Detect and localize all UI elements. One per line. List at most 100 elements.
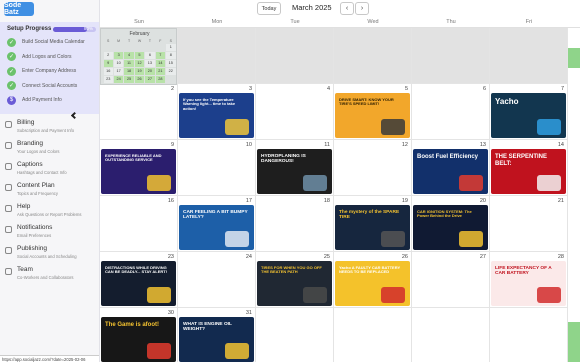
next-month-button[interactable]: › — [355, 2, 369, 15]
mini-day[interactable]: 24 — [113, 76, 124, 83]
calendar-day[interactable]: 3 If you see the Temperature Warning ligh… — [178, 84, 256, 140]
scheduled-post[interactable]: Boost Fuel Efficiency — [413, 149, 488, 194]
calendar-day[interactable] — [490, 308, 568, 362]
post-text: DRIVE SMART: KNOW YOUR TIRE'S SPEED LIMI… — [339, 97, 394, 107]
scheduled-post[interactable]: Yacho — [491, 93, 566, 138]
scheduled-post[interactable]: CAR IGNITION SYSTEM: The Power Behind th… — [413, 205, 488, 250]
sidebar-item-publishing[interactable]: Publishing Social Accounts and Scheduling — [0, 243, 99, 263]
calendar-day[interactable]: 4 — [256, 84, 334, 140]
mini-day[interactable]: 15 — [166, 60, 176, 67]
calendar-day[interactable]: 17 CAR FEELING A BIT BUMPY LATELY? — [178, 196, 256, 252]
calendar-day[interactable]: 13 Boost Fuel Efficiency — [412, 140, 490, 196]
calendar-day[interactable]: 30 The Game is afoot! — [100, 308, 178, 362]
calendar-day[interactable]: 27 — [412, 252, 490, 308]
mini-day[interactable]: 4 — [124, 52, 134, 59]
setup-step[interactable]: ✓ Connect Social Accounts — [7, 80, 97, 92]
scheduled-post[interactable]: The Game is afoot! — [101, 317, 176, 362]
scheduled-post[interactable]: Yacho A FAULTY CAR BATTERY NEEDS TO BE R… — [335, 261, 410, 306]
setup-step[interactable]: ✓ Build Social Media Calendar — [7, 36, 97, 48]
calendar-day[interactable]: 19 The mystery of the SPARE TIRE — [334, 196, 412, 252]
scheduled-post[interactable]: EXPERIENCE RELIABLE AND OUTSTANDING SERV… — [101, 149, 176, 194]
scheduled-post[interactable]: THE SERPENTINE BELT: — [491, 149, 566, 194]
scheduled-post[interactable]: WHAT IS ENGINE OIL WEIGHT? — [179, 317, 254, 362]
mini-day[interactable]: 13 — [145, 60, 155, 67]
mini-day[interactable]: 9 — [103, 60, 113, 67]
sidebar-item-branding[interactable]: Branding Your Logos and Colors — [0, 138, 99, 158]
calendar-day[interactable] — [412, 308, 490, 362]
calendar-day[interactable]: 26 Yacho A FAULTY CAR BATTERY NEEDS TO BE… — [334, 252, 412, 308]
mini-day[interactable]: 12 — [134, 60, 145, 67]
calendar-day[interactable] — [334, 308, 412, 362]
sidebar-item-help[interactable]: Help Ask Questions or Report Problems — [0, 201, 99, 221]
scheduled-post[interactable]: If you see the Temperature Warning light… — [179, 93, 254, 138]
setup-step[interactable]: ✓ Enter Company Address — [7, 65, 97, 77]
mini-day[interactable]: 23 — [103, 76, 113, 83]
calendar-day[interactable]: 9 EXPERIENCE RELIABLE AND OUTSTANDING SER… — [100, 140, 178, 196]
mini-day[interactable]: 8 — [166, 52, 176, 59]
mini-day[interactable]: 10 — [113, 60, 124, 67]
calendar-day[interactable]: 31 WHAT IS ENGINE OIL WEIGHT? — [178, 308, 256, 362]
sidebar-item-notifications[interactable]: Notifications Email Preferences — [0, 222, 99, 242]
mini-day — [166, 76, 175, 83]
scheduled-post[interactable]: HYDROPLANING IS DANGEROUS! — [257, 149, 332, 194]
calendar-day[interactable]: 23 DISTRACTIONS WHILE DRIVING CAN BE DEAD… — [100, 252, 178, 308]
day-number: 13 — [479, 142, 486, 148]
scheduled-post[interactable]: DRIVE SMART: KNOW YOUR TIRE'S SPEED LIMI… — [335, 93, 410, 138]
calendar-day[interactable] — [412, 28, 490, 84]
sidebar-item-billing[interactable]: Billing Subscription and Payment Info — [0, 117, 99, 137]
mini-day[interactable]: 19 — [134, 68, 145, 75]
mini-day[interactable]: 17 — [113, 68, 124, 75]
scheduled-post[interactable]: TIRES FOR WHEN YOU GO OFF THE BEATEN PAT… — [257, 261, 332, 306]
calendar-day[interactable]: 24 — [178, 252, 256, 308]
mini-day[interactable]: 28 — [155, 76, 166, 83]
scheduled-post[interactable]: DISTRACTIONS WHILE DRIVING CAN BE DEADLY… — [101, 261, 176, 306]
mini-day[interactable]: 7 — [155, 52, 166, 59]
mini-day[interactable]: 20 — [145, 68, 155, 75]
calendar-day[interactable]: 16 — [100, 196, 178, 252]
calendar-day[interactable]: 14 THE SERPENTINE BELT: — [490, 140, 568, 196]
calendar-day[interactable]: 21 — [490, 196, 568, 252]
calendar-day[interactable]: 5 DRIVE SMART: KNOW YOUR TIRE'S SPEED LIM… — [334, 84, 412, 140]
scheduled-post[interactable]: LIFE EXPECTANCY OF A CAR BATTERY — [491, 261, 566, 306]
calendar-day[interactable] — [256, 28, 334, 84]
sidebar-item-content-plan[interactable]: Content Plan Topics and Frequency — [0, 180, 99, 200]
calendar-day[interactable]: 25 TIRES FOR WHEN YOU GO OFF THE BEATEN P… — [256, 252, 334, 308]
mini-day[interactable]: 5 — [134, 52, 145, 59]
calendar-day[interactable] — [256, 308, 334, 362]
calendar-day[interactable]: 6 — [412, 84, 490, 140]
calendar-day[interactable]: 12 — [334, 140, 412, 196]
prev-month-button[interactable]: ‹ — [340, 2, 354, 15]
mini-day[interactable]: 25 — [124, 76, 134, 83]
calendar-day[interactable]: 20 CAR IGNITION SYSTEM: The Power Behind … — [412, 196, 490, 252]
mini-day[interactable]: 27 — [145, 76, 155, 83]
mini-day[interactable]: 11 — [124, 60, 134, 67]
sidebar-item-subtitle: Social Accounts and Scheduling — [17, 254, 77, 259]
mini-day[interactable]: 21 — [155, 68, 166, 75]
mini-day[interactable]: 14 — [155, 60, 166, 67]
calendar-day[interactable] — [490, 28, 568, 84]
scheduled-post[interactable]: CAR FEELING A BIT BUMPY LATELY? — [179, 205, 254, 250]
sidebar-item-team[interactable]: Team Co-Workers and Collaborators — [0, 264, 99, 284]
calendar-day[interactable] — [178, 28, 256, 84]
setup-step[interactable]: ✓ Add Logos and Colors — [7, 51, 97, 63]
mini-day[interactable]: 22 — [166, 68, 176, 75]
calendar-day[interactable]: 11 HYDROPLANING IS DANGEROUS! — [256, 140, 334, 196]
app-logo[interactable]: Sode Batz — [4, 2, 34, 16]
calendar-day[interactable]: 10 — [178, 140, 256, 196]
calendar-day[interactable]: 18 — [256, 196, 334, 252]
today-button[interactable]: Today — [257, 2, 281, 15]
calendar-day[interactable] — [334, 28, 412, 84]
mini-day[interactable]: 2 — [103, 52, 113, 59]
mini-day[interactable]: 6 — [145, 52, 155, 59]
mini-day[interactable]: 1 — [166, 44, 176, 51]
calendar-day[interactable]: 7 Yacho — [490, 84, 568, 140]
mini-day[interactable]: 3 — [113, 52, 124, 59]
sidebar-item-captions[interactable]: Captions Hashtags and Contact Info — [0, 159, 99, 179]
scheduled-post[interactable]: The mystery of the SPARE TIRE — [335, 205, 410, 250]
setup-step[interactable]: $ Add Payment Info — [7, 94, 97, 106]
calendar-day[interactable]: 28 LIFE EXPECTANCY OF A CAR BATTERY — [490, 252, 568, 308]
calendar-day[interactable]: 2 — [100, 84, 178, 140]
mini-day[interactable]: 18 — [124, 68, 134, 75]
mini-day[interactable]: 16 — [103, 68, 113, 75]
mini-day[interactable]: 26 — [134, 76, 145, 83]
